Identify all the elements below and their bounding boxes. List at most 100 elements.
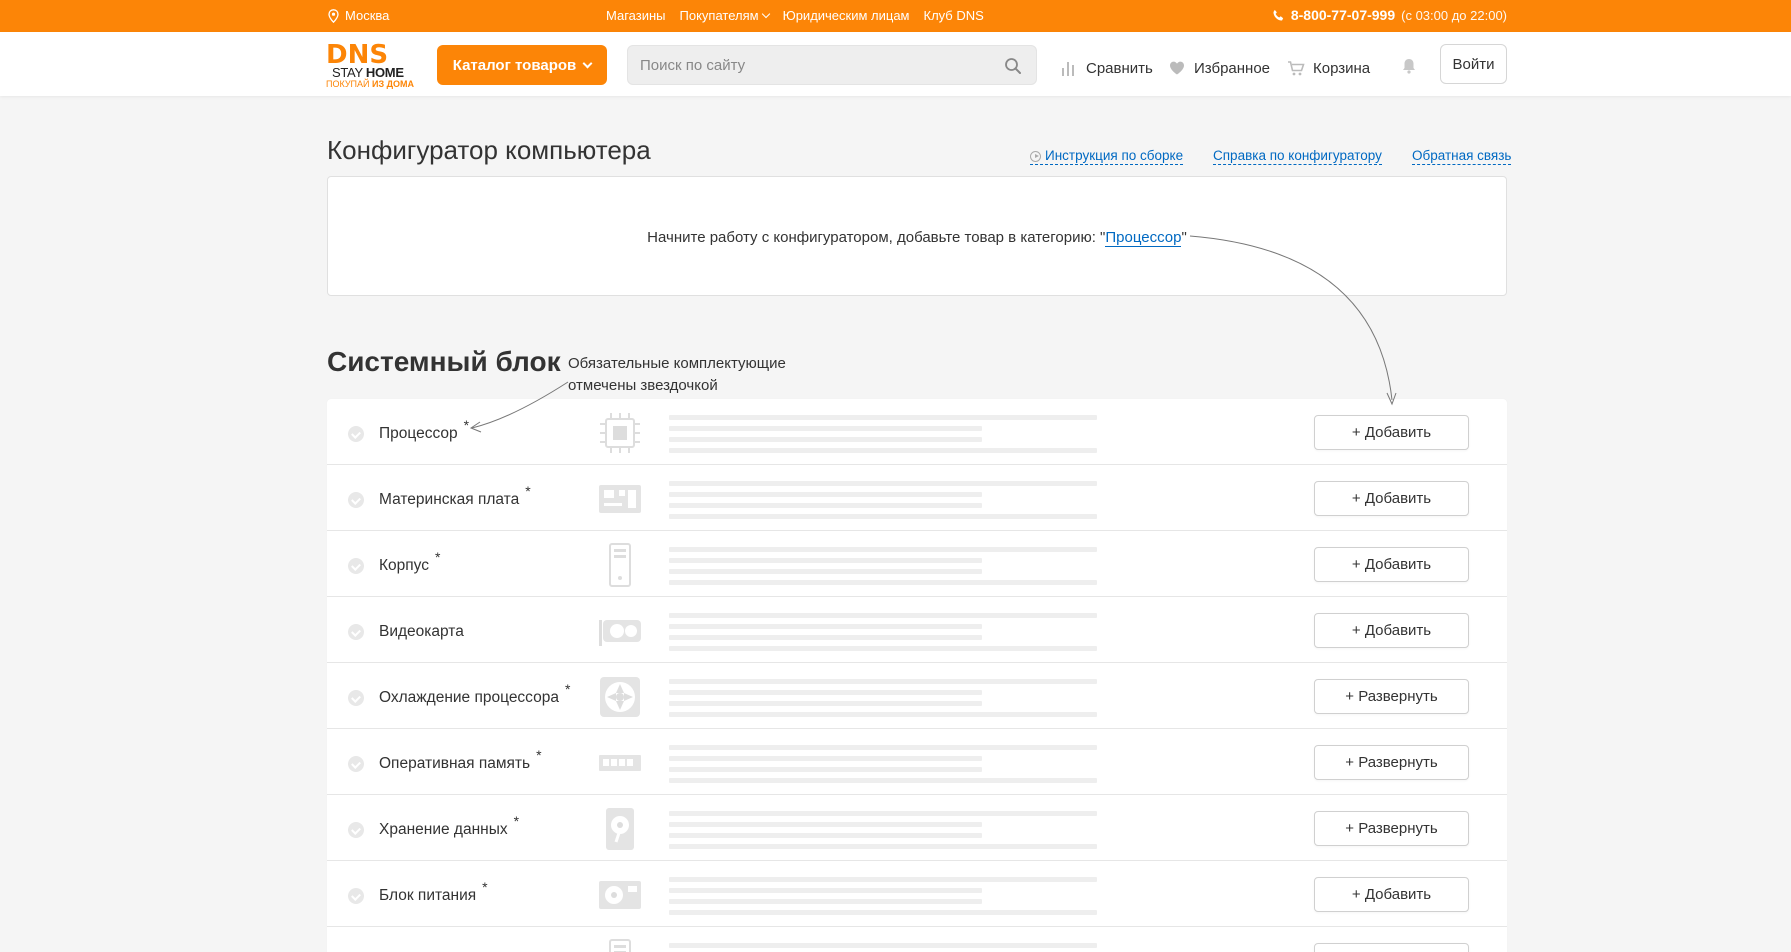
start-box: Начните работу с конфигуратором, добавьт… <box>327 176 1507 296</box>
catalog-button[interactable]: Каталог товаров <box>437 45 607 85</box>
section-title: Системный блок <box>327 346 561 377</box>
start-category-link[interactable]: Процессор <box>1105 229 1182 247</box>
add-button-label: + Добавить <box>1351 556 1432 573</box>
check-icon <box>348 426 364 442</box>
component-row: Хранение данных * + Развернуть <box>327 795 1507 861</box>
gpu-icon <box>599 620 641 646</box>
phone-contact[interactable]: 8-800-77-07-999 (с 03:00 до 22:00) <box>1272 7 1507 23</box>
login-label: Войти <box>1452 55 1495 73</box>
cart-link[interactable]: Корзина <box>1287 59 1370 77</box>
cart-label: Корзина <box>1313 59 1371 77</box>
placeholder-lines <box>669 613 1097 657</box>
main-header: DNS STAY HOME ПОКУПАЙ ИЗ ДОМА Каталог то… <box>0 32 1791 96</box>
feedback-link[interactable]: Обратная связь <box>1412 148 1512 165</box>
placeholder-lines <box>669 415 1097 459</box>
partial-button[interactable] <box>1314 943 1469 952</box>
add-component-button[interactable]: + Добавить <box>1314 877 1469 912</box>
add-component-button[interactable]: + Добавить <box>1314 415 1469 450</box>
start-message: Начните работу с конфигуратором, добавьт… <box>328 229 1506 247</box>
component-name[interactable]: Охлаждение процессора * <box>379 681 570 707</box>
required-mark: * <box>525 483 531 499</box>
search-icon[interactable] <box>1004 57 1022 75</box>
compare-label: Сравнить <box>1086 59 1153 77</box>
component-name[interactable]: Корпус * <box>379 549 440 575</box>
placeholder-lines <box>669 943 1097 952</box>
city-selector[interactable]: Москва <box>328 8 389 23</box>
component-label: Процессор <box>379 425 458 442</box>
phone-hours: (с 03:00 до 22:00) <box>1401 7 1507 23</box>
component-name[interactable]: Видеокарта <box>379 623 464 641</box>
configurator-help-link[interactable]: Справка по конфигуратору <box>1213 148 1382 165</box>
component-row: Процессор * + Добавить <box>327 399 1507 465</box>
add-component-button[interactable]: + Добавить <box>1314 481 1469 516</box>
page-title: Конфигуратор компьютера <box>327 135 651 165</box>
add-button-label: + Развернуть <box>1345 820 1438 837</box>
add-button-label: + Добавить <box>1351 424 1432 441</box>
component-row: Оперативная память * + Развернуть <box>327 729 1507 795</box>
placeholder-lines <box>669 745 1097 789</box>
required-mark: * <box>463 417 470 433</box>
component-name[interactable]: Оперативная память * <box>379 747 542 773</box>
required-mark: * <box>482 879 488 895</box>
component-label: Оперативная память <box>379 755 531 772</box>
component-row: Видеокарта + Добавить <box>327 597 1507 663</box>
motherboard-icon <box>599 485 641 513</box>
check-icon <box>348 822 364 838</box>
play-icon <box>1030 150 1041 162</box>
favorites-label: Избранное <box>1194 59 1271 77</box>
add-button-label: + Добавить <box>1351 886 1432 903</box>
assembly-guide-link[interactable]: Инструкция по сборке <box>1030 148 1184 165</box>
nav-stores[interactable]: Магазины <box>606 8 666 23</box>
add-button-label: + Добавить <box>1351 490 1432 507</box>
cart-icon <box>1288 61 1305 76</box>
nav-club[interactable]: Клуб DNS <box>924 8 984 23</box>
dns-logo[interactable]: DNS STAY HOME ПОКУПАЙ ИЗ ДОМА <box>326 41 418 89</box>
case-icon <box>609 543 631 587</box>
placeholder-lines <box>669 811 1097 855</box>
component-label: Хранение данных <box>379 821 508 838</box>
components-list: Процессор * + Добавить Материнская плата * + … <box>327 399 1507 952</box>
search-input[interactable] <box>628 46 988 84</box>
add-component-button[interactable]: + Добавить <box>1314 613 1469 648</box>
placeholder-lines <box>669 877 1097 921</box>
add-button-label: + Развернуть <box>1345 688 1438 705</box>
component-name[interactable]: Процессор * <box>379 417 469 443</box>
bell-icon[interactable] <box>1400 57 1418 75</box>
compare-link[interactable]: Сравнить <box>1060 59 1153 77</box>
compare-icon <box>1062 62 1074 76</box>
heart-icon <box>1170 61 1184 75</box>
location-pin-icon <box>328 8 339 23</box>
required-hint: Обязательные комплектующие отмечены звез… <box>568 355 786 394</box>
add-component-button[interactable]: + Развернуть <box>1314 679 1469 714</box>
catalog-label: Каталог товаров <box>452 56 577 74</box>
add-component-button[interactable]: + Развернуть <box>1314 811 1469 846</box>
phone-number: 8-800-77-07-999 <box>1290 7 1396 23</box>
add-button-label: + Развернуть <box>1345 754 1438 771</box>
nav-customers[interactable]: Покупателям <box>680 8 769 23</box>
component-name[interactable]: Материнская плата * <box>379 483 531 509</box>
component-row: Блок питания * + Добавить <box>327 861 1507 927</box>
component-name[interactable]: Хранение данных * <box>379 813 519 839</box>
check-icon <box>348 888 364 904</box>
check-icon <box>348 756 364 772</box>
check-icon <box>348 690 364 706</box>
check-icon <box>348 624 364 640</box>
required-mark: * <box>564 681 571 697</box>
component-label: Охлаждение процессора <box>379 689 559 706</box>
placeholder-lines <box>669 547 1097 591</box>
favorites-link[interactable]: Избранное <box>1168 59 1270 77</box>
phone-icon <box>1273 9 1283 21</box>
component-name[interactable]: Блок питания * <box>379 879 488 905</box>
add-component-button[interactable]: + Развернуть <box>1314 745 1469 780</box>
required-mark: * <box>513 813 520 829</box>
psu-icon <box>599 881 641 909</box>
component-row: Корпус * + Добавить <box>327 531 1507 597</box>
ram-icon <box>599 755 641 771</box>
add-component-button[interactable]: + Добавить <box>1314 547 1469 582</box>
cooler-icon <box>600 677 640 717</box>
component-label: Видеокарта <box>379 623 464 640</box>
logo-text: DNS <box>326 41 388 67</box>
login-button[interactable]: Войти <box>1440 44 1507 84</box>
nav-business[interactable]: Юридическим лицам <box>783 8 910 23</box>
required-mark: * <box>536 747 542 763</box>
